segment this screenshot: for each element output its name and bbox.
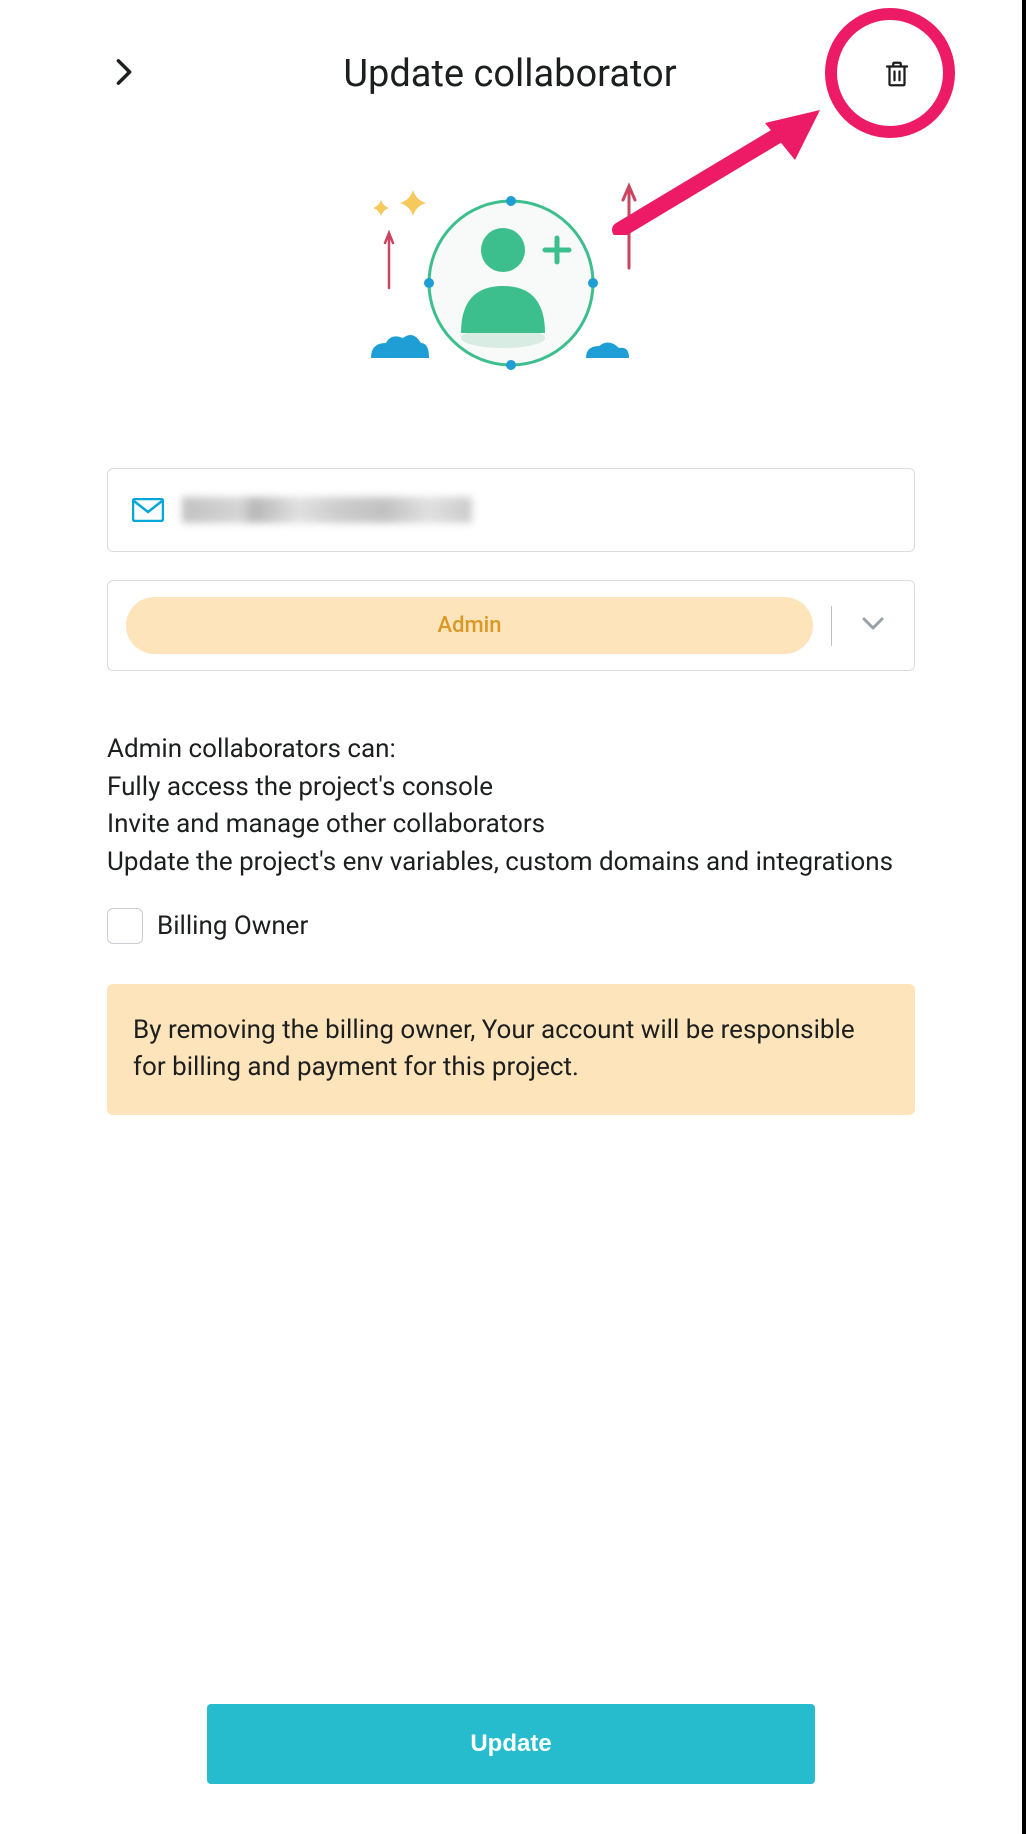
footer: Update	[207, 1704, 815, 1784]
back-button[interactable]	[107, 50, 141, 98]
email-value-redacted	[182, 497, 472, 523]
desc-line1: Fully access the project's console	[107, 769, 915, 807]
desc-line3: Update the project's env variables, cust…	[107, 844, 915, 882]
role-pill: Admin	[126, 597, 813, 654]
role-select[interactable]: Admin	[107, 580, 915, 671]
add-user-illustration	[107, 178, 915, 388]
billing-warning: By removing the billing owner, Your acco…	[107, 984, 915, 1115]
billing-owner-label: Billing Owner	[157, 911, 308, 941]
chevron-down-icon	[862, 617, 884, 631]
page-title: Update collaborator	[141, 52, 879, 96]
email-icon	[132, 498, 164, 522]
update-button[interactable]: Update	[207, 1704, 815, 1784]
role-description: Admin collaborators can: Fully access th…	[107, 731, 915, 882]
chevron-right-icon	[115, 58, 133, 86]
role-dropdown-toggle[interactable]	[850, 616, 896, 635]
billing-owner-row: Billing Owner	[107, 908, 915, 944]
page-header: Update collaborator	[107, 50, 915, 98]
divider	[831, 606, 832, 646]
trash-icon	[882, 59, 912, 89]
delete-button[interactable]	[879, 56, 915, 92]
billing-owner-checkbox[interactable]	[107, 908, 143, 944]
desc-line2: Invite and manage other collaborators	[107, 806, 915, 844]
email-field[interactable]	[107, 468, 915, 552]
desc-intro: Admin collaborators can:	[107, 731, 915, 769]
